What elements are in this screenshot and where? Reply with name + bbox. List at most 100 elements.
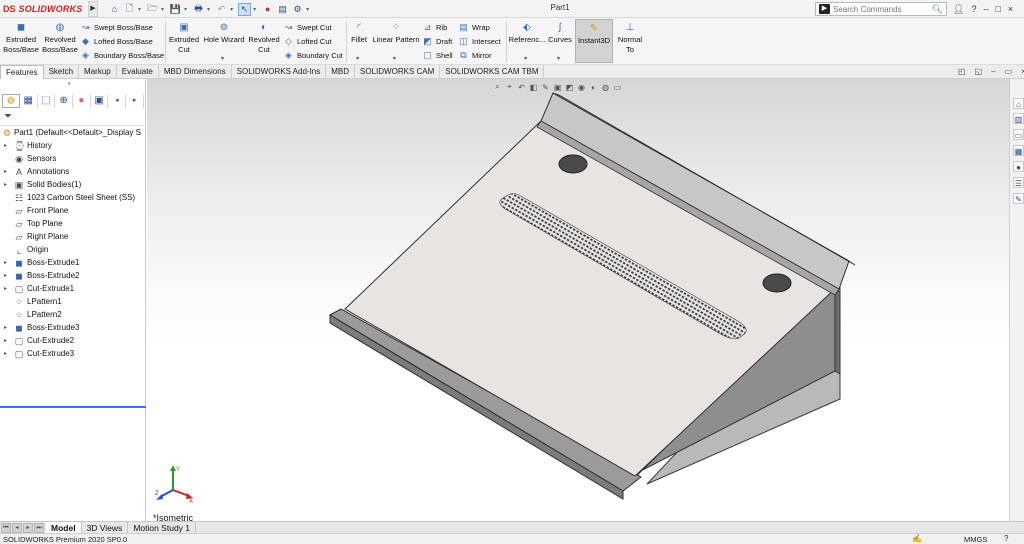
select-icon[interactable]: ↖ (238, 2, 252, 16)
status-help-icon[interactable]: ? (1004, 534, 1008, 543)
expand-arrow-icon[interactable]: ▸ (4, 181, 10, 188)
linear-pattern-button[interactable]: ⁘ Linear Pattern (371, 21, 421, 45)
revolved-cut-button[interactable]: ◐ Revolved Cut (247, 21, 281, 55)
expand-arrow-icon[interactable]: ▸ (4, 142, 10, 149)
home-icon[interactable]: ⌂ (108, 3, 121, 16)
view-orientation-icon[interactable]: ▣ (553, 83, 562, 92)
lofted-boss-button[interactable]: ◆ Lofted Boss/Base (80, 35, 153, 48)
tree-item[interactable]: ▸ ⌚ History (0, 139, 146, 152)
last-tab-arrow-icon[interactable]: ⏭ (34, 523, 44, 533)
tab-mbd-dimensions[interactable]: MBD Dimensions (159, 65, 232, 79)
select-dropdown-caret[interactable]: ▾ (253, 6, 256, 13)
search-commands-box[interactable]: ▶ 🔍︎ (815, 2, 947, 16)
display-style-icon[interactable]: ◩ (565, 83, 574, 92)
tile-horizontal-icon[interactable]: ◱ (975, 67, 983, 76)
reference-dropdown-caret[interactable]: ▾ (524, 55, 527, 62)
panel-tabs-right-arrow[interactable]: ▸ (126, 93, 144, 108)
file-explorer-icon[interactable]: ▭ (1013, 129, 1024, 140)
rib-button[interactable]: ⊿ Rib (422, 21, 448, 34)
expand-arrow-icon[interactable]: ▸ (4, 272, 10, 279)
search-icon[interactable]: 🔍︎ (932, 4, 943, 15)
swept-cut-button[interactable]: ↝ Swept Cut (283, 21, 332, 34)
tab-mbd[interactable]: MBD (326, 65, 356, 79)
part-model-render[interactable] (147, 79, 1009, 521)
intersect-button[interactable]: ◫ Intersect (458, 35, 501, 48)
tree-item[interactable]: ⁘ LPattern1 (0, 295, 146, 308)
expand-arrow-icon[interactable]: ▸ (4, 324, 10, 331)
feature-manager-tab-icon[interactable]: ⚙ (2, 93, 20, 108)
extruded-boss-button[interactable]: ◼ Extruded Boss/Base (3, 21, 39, 55)
boundary-cut-button[interactable]: ◈ Boundary Cut (283, 49, 343, 62)
tree-item[interactable]: ▱ Right Plane (0, 230, 146, 243)
panel-collapse-handle[interactable]: • (68, 81, 70, 88)
linear-pattern-dropdown-caret[interactable]: ▾ (393, 55, 396, 62)
draft-button[interactable]: ◩ Draft (422, 35, 452, 48)
tree-item[interactable]: ▸ ▢ Cut-Extrude1 (0, 282, 146, 295)
tree-item[interactable]: ▸ ▢ Cut-Extrude3 (0, 347, 146, 360)
tab-solidworks-addins[interactable]: SOLIDWORKS Add-Ins (232, 65, 327, 79)
edit-appearance-icon[interactable]: ◐ (589, 83, 598, 92)
design-library-icon[interactable]: ▥ (1013, 113, 1024, 124)
section-view-icon[interactable]: ◧ (529, 83, 538, 92)
tree-item[interactable]: ◉ Sensors (0, 152, 146, 165)
mirror-button[interactable]: ⧉ Mirror (458, 49, 491, 62)
solidworks-resources-icon[interactable]: ⌂ (1013, 98, 1024, 109)
tree-item[interactable]: ▸ ◼ Boss-Extrude1 (0, 256, 146, 269)
tab-solidworks-cam[interactable]: SOLIDWORKS CAM (355, 65, 441, 79)
rebuild-icon[interactable]: ● (261, 3, 274, 16)
instant3d-button[interactable]: ✎ Instant3D (575, 19, 613, 63)
undo-icon[interactable]: ↶ (215, 3, 228, 16)
lofted-cut-button[interactable]: ◇ Lofted Cut (283, 35, 332, 48)
tree-item[interactable]: ☷ 1023 Carbon Steel Sheet (SS) (0, 191, 146, 204)
fillet-dropdown-caret[interactable]: ▾ (356, 55, 359, 62)
tree-item[interactable]: ⁘ LPattern2 (0, 308, 146, 321)
next-tab-arrow-icon[interactable]: ▸ (23, 523, 33, 533)
help-button[interactable]: ? (971, 4, 976, 14)
new-document-icon[interactable]: 🗋 (123, 3, 136, 16)
expand-arrow-icon[interactable]: ▸ (4, 285, 10, 292)
curves-button[interactable]: ∫ Curves (547, 21, 573, 45)
hide-show-icon[interactable]: ◉ (577, 83, 586, 92)
solidworks-logo[interactable]: DS SOLIDWORKS (3, 2, 83, 16)
menu-expand-arrow-icon[interactable]: ▶ (88, 1, 98, 17)
configuration-manager-tab-icon[interactable]: ⬚ (38, 93, 56, 108)
wrap-button[interactable]: ▤ Wrap (458, 21, 490, 34)
tree-item[interactable]: ▱ Top Plane (0, 217, 146, 230)
tab-solidworks-cam-tbm[interactable]: SOLIDWORKS CAM TBM (440, 65, 545, 79)
shell-button[interactable]: ▢ Shell (422, 49, 452, 62)
zoom-to-fit-icon[interactable]: ⌕ (493, 82, 502, 92)
units-selector[interactable]: MMGS (964, 535, 987, 544)
zoom-to-area-icon[interactable]: ⌖ (505, 82, 514, 92)
extruded-cut-button[interactable]: ▣ Extruded Cut (167, 21, 201, 55)
file-properties-icon[interactable]: ▤ (276, 3, 289, 16)
tab-markup[interactable]: Markup (79, 65, 117, 79)
expand-arrow-icon[interactable]: ▸ (4, 337, 10, 344)
normal-to-button[interactable]: ⊥ Normal To (615, 21, 645, 55)
expand-arrow-icon[interactable]: ▸ (4, 259, 10, 266)
filter-icon[interactable]: ⏷ (4, 111, 12, 122)
prev-tab-arrow-icon[interactable]: ◂ (12, 523, 22, 533)
tree-item[interactable]: ⌞ Origin (0, 243, 146, 256)
view-palette-icon[interactable]: ▦ (1013, 145, 1024, 156)
undo-dropdown-caret[interactable]: ▾ (230, 6, 233, 13)
tile-icon[interactable]: ◰ (958, 67, 966, 76)
user-icon[interactable]: 👤︎ (953, 4, 964, 15)
rebuild-status-icon[interactable]: ✍ (912, 534, 922, 543)
revolved-boss-button[interactable]: ◍ Revolved Boss/Base (42, 21, 78, 55)
doc-restore-button[interactable]: ▭ (1005, 67, 1013, 76)
options-icon[interactable]: ⚙ (291, 3, 304, 16)
rollback-bar[interactable] (0, 406, 146, 408)
cam-tab-icon[interactable]: ▣ (91, 93, 109, 108)
open-dropdown-caret[interactable]: ▾ (161, 6, 164, 13)
apply-scene-icon[interactable]: ◍ (601, 83, 610, 92)
first-tab-arrow-icon[interactable]: ⏮ (1, 523, 11, 533)
close-button[interactable]: × (1008, 4, 1013, 14)
expand-arrow-icon[interactable]: ▸ (4, 350, 10, 357)
curves-dropdown-caret[interactable]: ▾ (557, 55, 560, 62)
tree-item[interactable]: ▸ ◼ Boss-Extrude3 (0, 321, 146, 334)
restore-button[interactable]: □ (995, 4, 1000, 14)
swept-boss-button[interactable]: ↝ Swept Boss/Base (80, 21, 153, 34)
graphics-area[interactable]: ⌕ ⌖ ↶ ◧ ✎ ▣ ◩ ◉ ◐ ◍ ▭ Y X Z *Isometric (147, 79, 1009, 521)
reference-geometry-button[interactable]: ⬖ Referenc... (508, 21, 546, 45)
tab-sketch[interactable]: Sketch (44, 65, 80, 79)
